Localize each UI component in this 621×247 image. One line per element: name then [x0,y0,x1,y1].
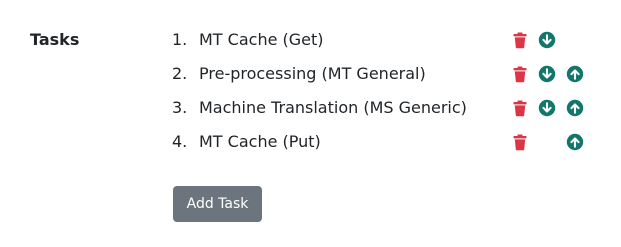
task-name: MT Cache (Put) [199,132,321,151]
trash-icon[interactable] [511,65,529,83]
arrow-down-circle-icon[interactable] [538,31,556,49]
task-row: 1. MT Cache (Get) [172,24,602,58]
task-list: 1. MT Cache (Get) 2. Pre-processing (MT … [172,24,602,160]
trash-icon[interactable] [511,133,529,151]
task-name: Machine Translation (MS Generic) [199,98,467,117]
task-name: Pre-processing (MT General) [199,64,426,83]
task-name: MT Cache (Get) [199,30,324,49]
task-row: 2. Pre-processing (MT General) [172,58,602,92]
trash-icon[interactable] [511,99,529,117]
tasks-panel: Tasks 1. MT Cache (Get) 2. Pre-processin… [0,0,621,247]
arrow-up-circle-icon[interactable] [566,133,584,151]
task-number: 2. [172,64,188,83]
arrow-down-circle-icon[interactable] [538,65,556,83]
trash-icon[interactable] [511,31,529,49]
tasks-label: Tasks [30,30,80,49]
task-row: 3. Machine Translation (MS Generic) [172,92,602,126]
task-row: 4. MT Cache (Put) [172,126,602,160]
task-number: 3. [172,98,188,117]
arrow-up-circle-icon[interactable] [566,99,584,117]
arrow-down-circle-icon[interactable] [538,99,556,117]
task-number: 4. [172,132,188,151]
arrow-up-circle-icon[interactable] [566,65,584,83]
add-task-button[interactable]: Add Task [173,186,262,222]
task-number: 1. [172,30,188,49]
